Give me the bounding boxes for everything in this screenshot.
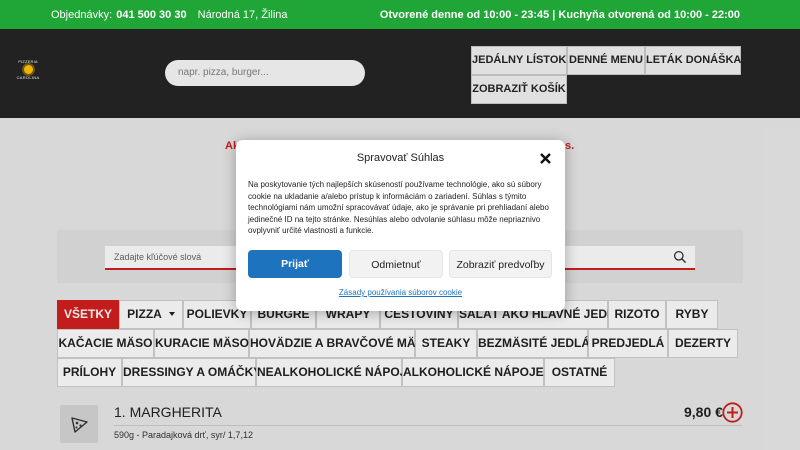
consent-title: Spravovať Súhlas xyxy=(356,152,445,164)
sun-icon xyxy=(23,65,33,74)
cookie-consent-dialog: Spravovať Súhlas Na poskytovanie tých na… xyxy=(236,140,565,311)
contact-info: Objednávky: 041 500 30 30 Národná 17, Ži… xyxy=(51,9,288,21)
nav-jedalny-listok[interactable]: JEDÁLNY LÍSTOK xyxy=(471,46,567,75)
close-icon[interactable] xyxy=(539,152,552,165)
preferences-button[interactable]: Zobraziť predvoľby xyxy=(449,250,552,278)
deny-button[interactable]: Odmietnuť xyxy=(349,250,443,278)
orders-label: Objednávky: xyxy=(51,9,113,21)
address-text: Národná 17, Žilina xyxy=(197,9,288,21)
site-logo[interactable]: PIZZERIA CAROLINA xyxy=(14,59,42,80)
opening-hours: Otvorené denne od 10:00 - 23:45 | Kuchyň… xyxy=(379,9,740,21)
nav-denne-menu[interactable]: DENNÉ MENU xyxy=(567,46,645,75)
nav-zobrazit-kosik[interactable]: ZOBRAZIŤ KOŠÍK xyxy=(471,75,567,104)
header-search-input[interactable]: napr. pizza, burger... xyxy=(165,60,365,86)
nav-letak-donaska[interactable]: LETÁK DONÁŠKA xyxy=(645,46,741,75)
consent-text: Na poskytovanie tých najlepších skúsenos… xyxy=(248,180,549,235)
top-info-bar: Objednávky: 041 500 30 30 Národná 17, Ži… xyxy=(0,0,800,29)
phone-link[interactable]: 041 500 30 30 xyxy=(116,9,186,21)
logo-text-top: PIZZERIA xyxy=(18,59,38,64)
logo-text-bottom: CAROLINA xyxy=(16,75,40,80)
cookie-policy-link[interactable]: Zásady používania súborov cookie xyxy=(236,288,565,297)
accept-button[interactable]: Prijať xyxy=(248,250,342,278)
site-header: PIZZERIA CAROLINA napr. pizza, burger...… xyxy=(0,29,800,118)
